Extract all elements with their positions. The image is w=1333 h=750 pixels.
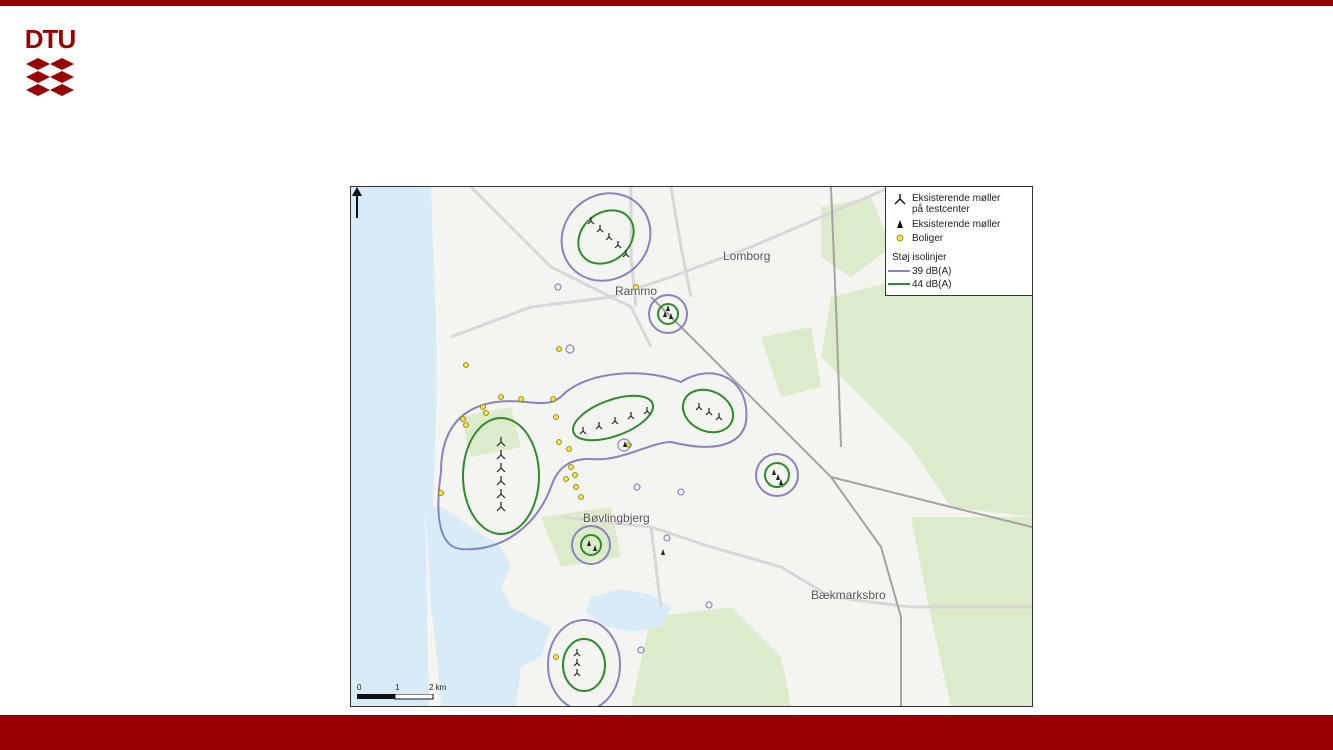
north-arrow-icon [352,187,362,218]
legend-label-existing-turbines: Eksisterende møller [912,219,1001,230]
map-legend: Eksisterende møller på testcenter Eksist… [885,187,1032,296]
legend-label-housing: Boliger [912,233,944,244]
green-line-icon [888,283,910,285]
legend-contour-heading: Støj isolinjer [892,252,947,263]
top-brand-bar [0,0,1333,6]
legend-label-39dB: 39 dB(A) [912,266,952,277]
scale-label-0: 0 [357,683,362,692]
bottom-brand-bar [0,715,1333,750]
housing-dot-icon [896,234,904,242]
noise-contour-map: Lomborg Rammo Bøvlingbjerg Bækmarksbro E… [350,186,1033,707]
legend-label-44dB: 44 dB(A) [912,279,952,290]
scale-label-2km: 2 km [429,683,447,692]
coastal-strip [351,507,429,706]
scale-label-1: 1 [395,683,400,692]
scale-bar-graphic [357,694,434,700]
purple-line-icon [888,270,910,272]
dtu-logo: DTU [24,24,76,98]
place-label-baekmarksbro: Bækmarksbro [811,588,886,602]
large-turbine-icon [894,194,906,205]
logo-text: DTU [24,24,76,54]
scale-bar: 0 1 2 km [357,683,487,703]
place-label-rammo: Rammo [615,284,658,298]
legend-label-test-center-turbines: Eksisterende møller på testcenter [912,193,1001,215]
small-turbine-icon [897,220,903,228]
place-label-bovlingbjerg: Bøvlingbjerg [583,511,650,525]
place-label-lomborg: Lomborg [723,249,771,263]
logo-waves-icon [26,58,74,96]
